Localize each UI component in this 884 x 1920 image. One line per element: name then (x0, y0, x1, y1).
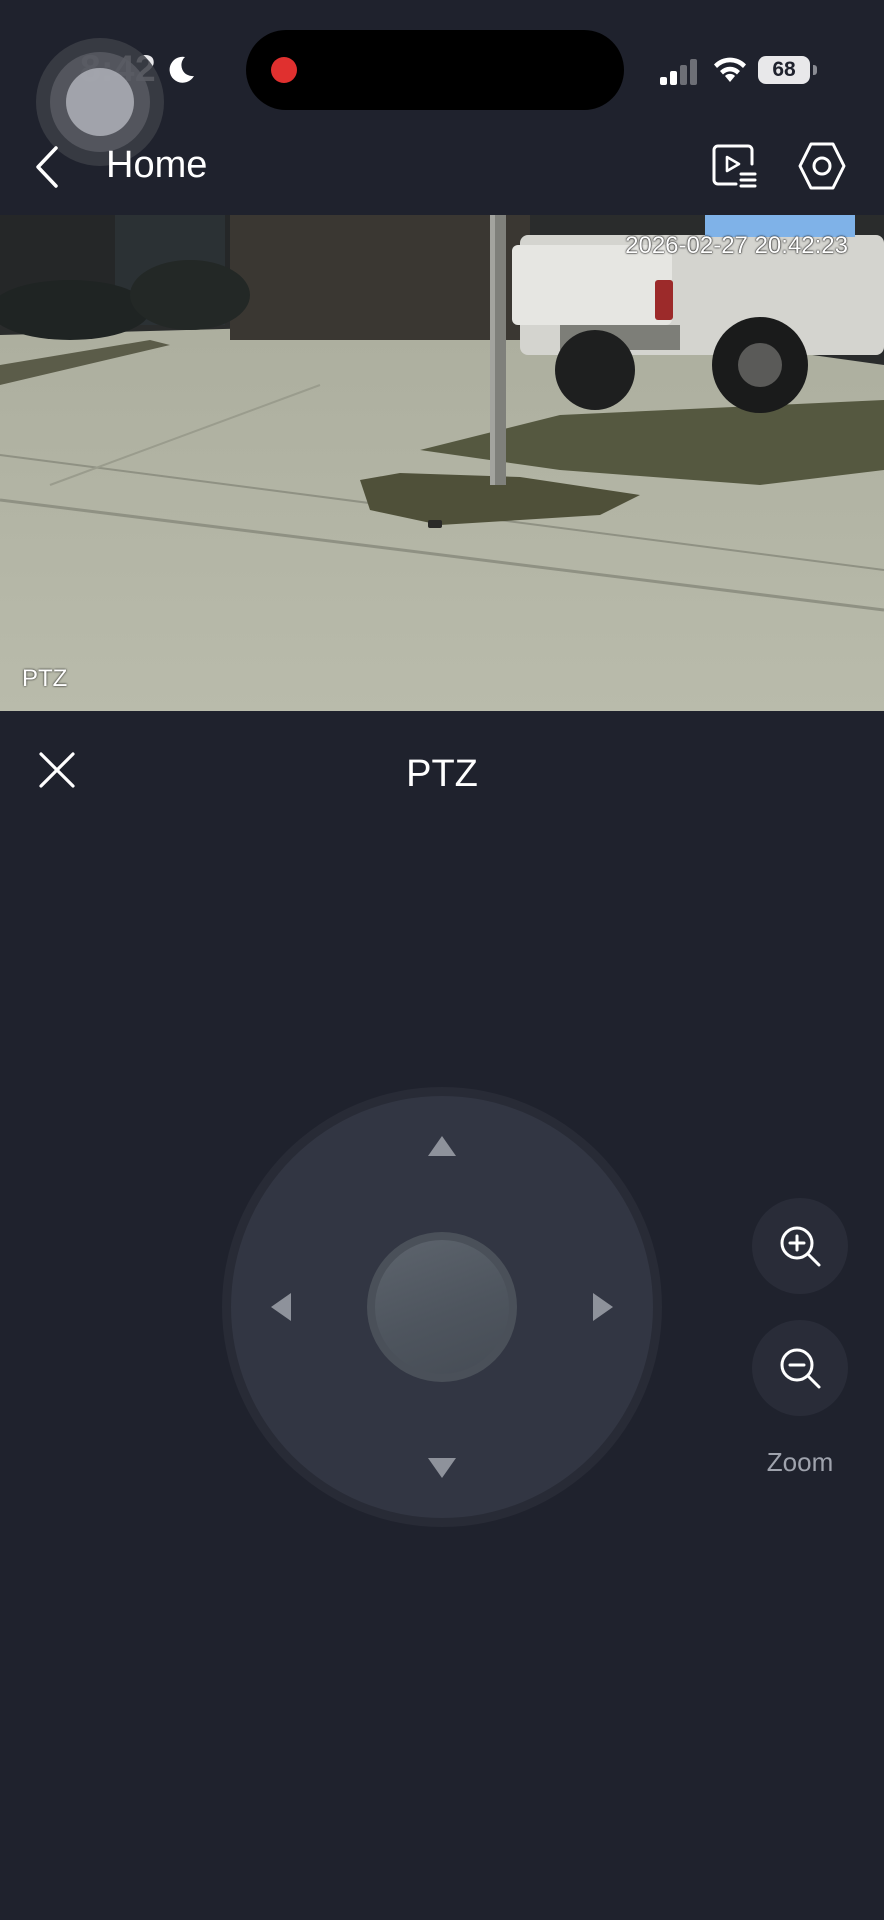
page-title: Home (106, 144, 208, 186)
signal-icon (660, 59, 697, 85)
wifi-icon (714, 57, 746, 82)
joystick-knob[interactable] (375, 1240, 509, 1374)
zoom-label: Zoom (766, 1447, 834, 1477)
moon-icon (169, 56, 194, 83)
zoom-in-button[interactable] (752, 1198, 848, 1294)
feed-ptz-label: PTZ (22, 665, 68, 692)
pan-down-button[interactable] (420, 1446, 464, 1490)
zoom-in-icon (780, 1226, 821, 1267)
pan-right-button[interactable] (581, 1285, 625, 1329)
settings-gear-icon[interactable] (796, 140, 848, 192)
battery-icon: 68 (758, 56, 810, 84)
recording-dot-icon (271, 57, 297, 83)
status-bar: 8:42 68 (0, 0, 884, 166)
ptz-header: PTZ (0, 711, 884, 831)
camera-feed-image (0, 215, 884, 711)
arrow-up-icon (428, 1136, 456, 1156)
arrow-left-icon (271, 1293, 291, 1321)
joystick-pad[interactable] (231, 1096, 653, 1518)
arrow-down-icon (428, 1458, 456, 1478)
battery-tip (813, 65, 817, 75)
zoom-out-button[interactable] (752, 1320, 848, 1416)
arrow-right-icon (593, 1293, 613, 1321)
playback-list-icon[interactable] (710, 142, 758, 190)
back-arrow-icon[interactable] (30, 142, 64, 192)
pan-up-button[interactable] (420, 1124, 464, 1168)
dynamic-island (246, 30, 624, 110)
app-screen: 8:42 68 Home (0, 0, 884, 1920)
joystick-knob-ring (367, 1232, 517, 1382)
ptz-joystick[interactable] (222, 1087, 662, 1527)
ptz-title: PTZ (406, 753, 478, 795)
feed-timestamp: 2026-02-27 20:42:23 (625, 232, 848, 259)
camera-feed[interactable]: 2026-02-27 20:42:23 PTZ (0, 215, 884, 711)
zoom-out-icon (780, 1348, 821, 1389)
pan-left-button[interactable] (259, 1285, 303, 1329)
